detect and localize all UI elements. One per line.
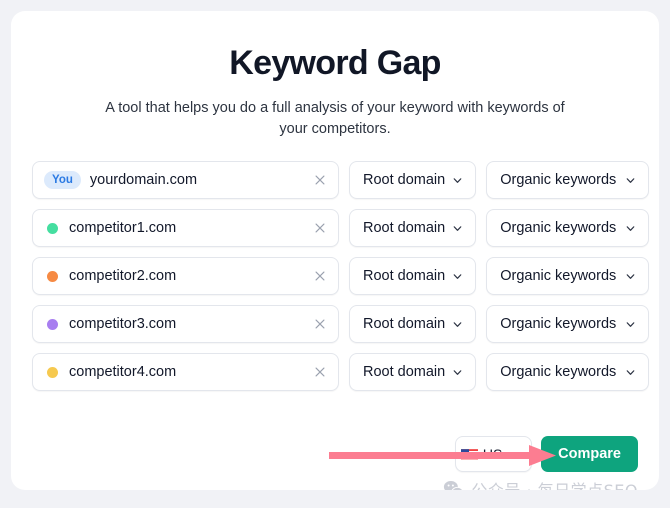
keyword-gap-card: Keyword Gap A tool that helps you do a f… xyxy=(11,11,659,490)
metric-select-label: Organic keywords xyxy=(500,268,617,284)
close-icon[interactable] xyxy=(312,364,328,380)
scope-select-label: Root domain xyxy=(363,220,446,236)
series-color-dot xyxy=(47,366,58,378)
country-label: US xyxy=(482,446,503,462)
scope-select-0[interactable]: Root domain xyxy=(349,161,477,199)
scope-select-label: Root domain xyxy=(363,172,446,188)
metric-select-4[interactable]: Organic keywords xyxy=(486,353,650,391)
close-icon[interactable] xyxy=(312,316,328,332)
chevron-down-icon xyxy=(513,448,526,461)
chevron-down-icon xyxy=(451,270,464,283)
scope-select-label: Root domain xyxy=(363,364,446,380)
scope-select-3[interactable]: Root domain xyxy=(349,305,477,343)
series-color-dot xyxy=(47,270,58,282)
scope-select-2[interactable]: Root domain xyxy=(349,257,477,295)
domain-value: competitor3.com xyxy=(69,316,177,332)
domain-row: You yourdomain.com Root domain Organic k… xyxy=(32,161,650,199)
domain-input-you[interactable]: You yourdomain.com xyxy=(32,161,339,199)
metric-select-label: Organic keywords xyxy=(500,172,617,188)
domain-row: competitor4.com Root domain Organic keyw… xyxy=(32,353,650,391)
series-color-dot xyxy=(47,222,58,234)
domain-input-competitor4[interactable]: competitor4.com xyxy=(32,353,339,391)
us-flag-icon xyxy=(460,448,478,460)
metric-select-2[interactable]: Organic keywords xyxy=(486,257,650,295)
chevron-down-icon xyxy=(624,366,637,379)
chevron-down-icon xyxy=(624,318,637,331)
domain-input-competitor1[interactable]: competitor1.com xyxy=(32,209,339,247)
chevron-down-icon xyxy=(451,366,464,379)
close-icon[interactable] xyxy=(312,220,328,236)
domain-input-competitor2[interactable]: competitor2.com xyxy=(32,257,339,295)
domain-row: competitor1.com Root domain Organic keyw… xyxy=(32,209,650,247)
domain-input-competitor3[interactable]: competitor3.com xyxy=(32,305,339,343)
chevron-down-icon xyxy=(624,270,637,283)
chevron-down-icon xyxy=(624,222,637,235)
chevron-down-icon xyxy=(451,318,464,331)
domain-value: yourdomain.com xyxy=(89,172,198,188)
metric-select-0[interactable]: Organic keywords xyxy=(486,161,650,199)
metric-select-3[interactable]: Organic keywords xyxy=(486,305,650,343)
metric-select-label: Organic keywords xyxy=(500,364,617,380)
you-badge: You xyxy=(44,171,81,189)
domain-rows-list: You yourdomain.com Root domain Organic k… xyxy=(11,161,659,391)
scope-select-1[interactable]: Root domain xyxy=(349,209,477,247)
chevron-down-icon xyxy=(624,174,637,187)
domain-row: competitor2.com Root domain Organic keyw… xyxy=(32,257,650,295)
metric-select-1[interactable]: Organic keywords xyxy=(486,209,650,247)
footer-actions: US Compare xyxy=(11,428,659,480)
series-color-dot xyxy=(47,318,58,330)
scope-select-label: Root domain xyxy=(363,316,446,332)
watermark-text: 公众号 · 每日学点SEO xyxy=(471,477,638,490)
scope-select-label: Root domain xyxy=(363,268,446,284)
scope-select-4[interactable]: Root domain xyxy=(349,353,477,391)
page-title: Keyword Gap xyxy=(229,44,441,82)
chevron-down-icon xyxy=(451,222,464,235)
domain-value: competitor4.com xyxy=(69,364,177,380)
country-select[interactable]: US xyxy=(455,436,533,472)
close-icon[interactable] xyxy=(312,268,328,284)
chevron-down-icon xyxy=(451,174,464,187)
domain-value: competitor1.com xyxy=(69,220,177,236)
domain-row: competitor3.com Root domain Organic keyw… xyxy=(32,305,650,343)
metric-select-label: Organic keywords xyxy=(500,220,617,236)
close-icon[interactable] xyxy=(312,172,328,188)
wechat-icon xyxy=(443,479,464,490)
domain-value: competitor2.com xyxy=(69,268,177,284)
page-subtitle: A tool that helps you do a full analysis… xyxy=(105,100,565,137)
compare-button[interactable]: Compare xyxy=(541,436,638,472)
watermark: 公众号 · 每日学点SEO xyxy=(11,477,638,490)
metric-select-label: Organic keywords xyxy=(500,316,617,332)
